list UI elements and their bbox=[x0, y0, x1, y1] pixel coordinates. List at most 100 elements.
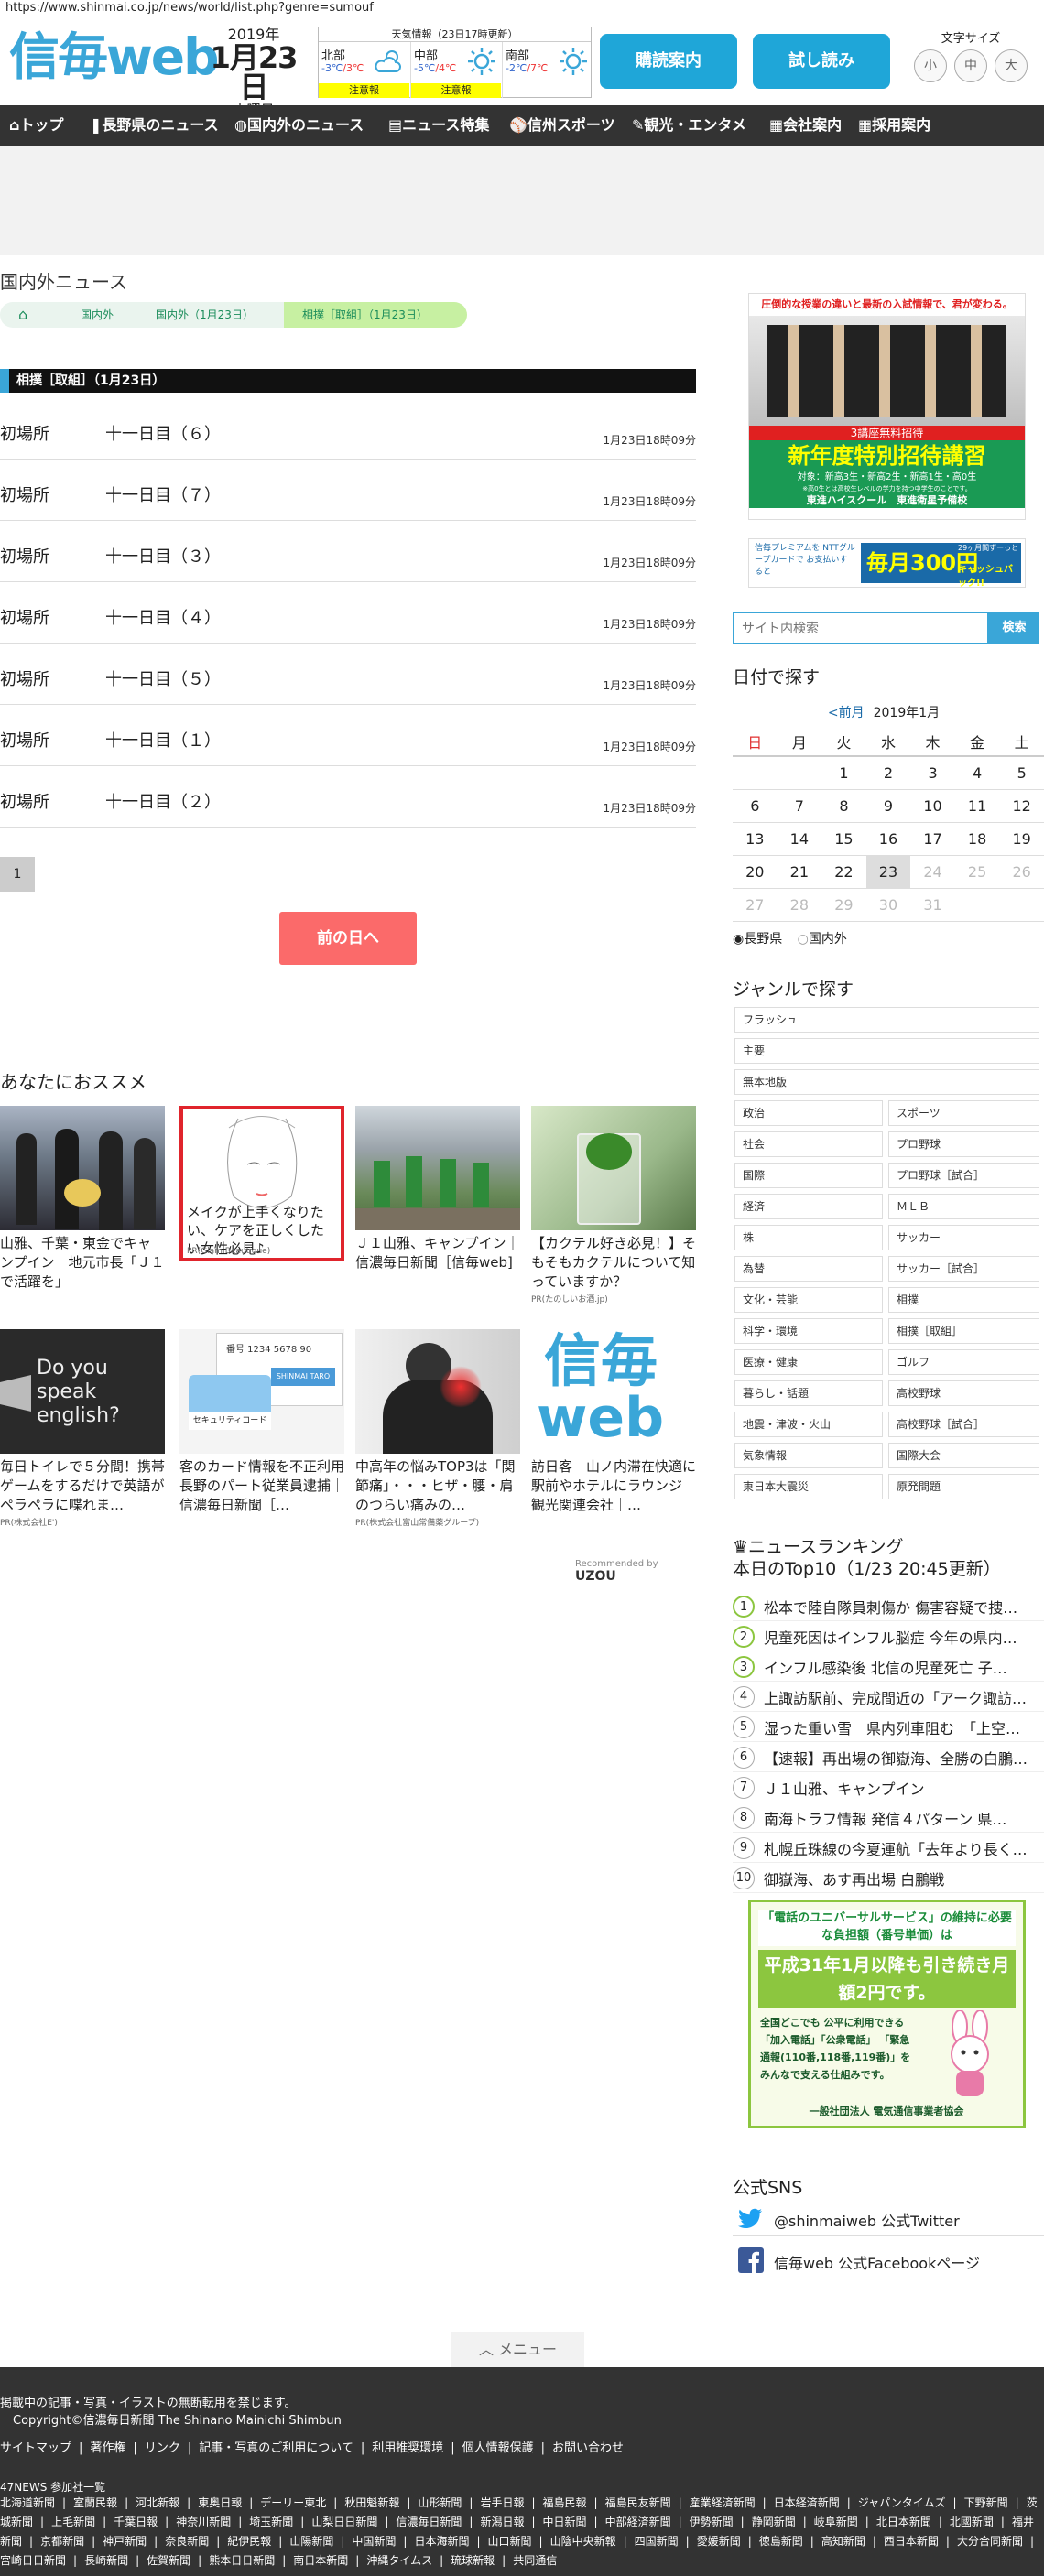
paper-link[interactable]: 河北新報 bbox=[136, 2496, 179, 2509]
paper-link[interactable]: 秋田魁新報 bbox=[344, 2496, 399, 2509]
paper-link[interactable]: 室蘭民報 bbox=[73, 2496, 117, 2509]
footer-link[interactable]: 個人情報保護 bbox=[462, 2441, 534, 2455]
calendar-day[interactable]: 17 bbox=[910, 822, 955, 856]
font-size-large[interactable]: 大 bbox=[995, 49, 1028, 82]
font-size-small[interactable]: 小 bbox=[914, 49, 947, 82]
calendar-day[interactable]: 1 bbox=[821, 756, 866, 790]
calendar-day[interactable]: 22 bbox=[821, 855, 866, 889]
genre-button[interactable]: 社会 bbox=[734, 1131, 883, 1157]
genre-button[interactable]: 国際大会 bbox=[888, 1443, 1039, 1468]
article-row[interactable]: 初場所 十一日目（５） 1月23日18時09分 bbox=[0, 646, 696, 705]
paper-link[interactable]: 徳島新聞 bbox=[759, 2535, 803, 2548]
ranking-item[interactable]: 10 御嶽海、あす再出場 白鵬戦 bbox=[733, 1860, 1044, 1893]
ranking-item[interactable]: 8 南海トラフ情報 発信４パターン 県… bbox=[733, 1800, 1044, 1833]
calendar-day[interactable]: 4 bbox=[954, 756, 1000, 790]
paper-link[interactable]: 宮崎日日新聞 bbox=[0, 2554, 66, 2567]
genre-button[interactable]: 高校野球［試合］ bbox=[888, 1412, 1039, 1437]
calendar-day[interactable]: 10 bbox=[910, 789, 955, 823]
genre-button[interactable]: ＭＬＢ bbox=[888, 1194, 1039, 1219]
calendar-day[interactable]: 21 bbox=[777, 855, 822, 889]
article-row[interactable]: 初場所 十一日目（２） 1月23日18時09分 bbox=[0, 769, 696, 828]
calendar-day[interactable]: 11 bbox=[954, 789, 1000, 823]
paper-link[interactable]: 熊本日日新聞 bbox=[209, 2554, 275, 2567]
paper-link[interactable]: 四国新聞 bbox=[635, 2535, 679, 2548]
calendar-day-today[interactable]: 23 bbox=[865, 855, 911, 889]
nav-recruit[interactable]: ▦採用案内 bbox=[858, 105, 930, 146]
nav-nagano[interactable]: ❚長野県のニュース bbox=[90, 105, 219, 146]
paper-link[interactable]: 埼玉新聞 bbox=[249, 2516, 293, 2528]
paper-link[interactable]: 共同通信 bbox=[513, 2554, 557, 2567]
genre-button[interactable]: 無本地版 bbox=[734, 1069, 1039, 1095]
genre-button[interactable]: 科学・環境 bbox=[734, 1318, 883, 1344]
genre-button[interactable]: 地震・津波・火山 bbox=[734, 1412, 883, 1437]
paper-link[interactable]: 福島民報 bbox=[543, 2496, 587, 2509]
footer-link[interactable]: リンク bbox=[145, 2441, 180, 2455]
facebook-link[interactable]: 信毎web 公式Facebookページ bbox=[733, 2242, 1044, 2278]
radio-world[interactable]: ○国内外 bbox=[798, 932, 847, 947]
paper-link[interactable]: 山陰中央新報 bbox=[550, 2535, 616, 2548]
paper-link[interactable]: 京都新聞 bbox=[40, 2535, 84, 2548]
paper-link[interactable]: 下野新聞 bbox=[964, 2496, 1008, 2509]
calendar-day[interactable]: 8 bbox=[821, 789, 866, 823]
prev-day-button[interactable]: 前の日へ bbox=[279, 912, 417, 965]
paper-link[interactable]: 静岡新聞 bbox=[752, 2516, 796, 2528]
genre-button[interactable]: 政治 bbox=[734, 1100, 883, 1126]
footer-link[interactable]: 著作権 bbox=[90, 2441, 125, 2455]
paper-link[interactable]: 西日本新聞 bbox=[884, 2535, 939, 2548]
genre-button[interactable]: 国際 bbox=[734, 1163, 883, 1188]
paper-link[interactable]: 信濃毎日新聞 bbox=[396, 2516, 462, 2528]
genre-button[interactable]: 経済 bbox=[734, 1194, 883, 1219]
paper-link[interactable]: 新潟日報 bbox=[480, 2516, 524, 2528]
paper-link[interactable]: 奈良新聞 bbox=[165, 2535, 209, 2548]
paper-link[interactable]: 南日本新聞 bbox=[293, 2554, 348, 2567]
paper-link[interactable]: 山口新聞 bbox=[488, 2535, 532, 2548]
footer-link[interactable]: サイトマップ bbox=[0, 2441, 71, 2455]
paper-link[interactable]: 山形新聞 bbox=[418, 2496, 462, 2509]
article-row[interactable]: 初場所 十一日目（７） 1月23日18時09分 bbox=[0, 462, 696, 521]
recommend-card[interactable]: 【カクテル好き必見！】そもそもカクテルについて知っていますか？ PR(たのしいお… bbox=[531, 1106, 696, 1304]
genre-button[interactable]: 医療・健康 bbox=[734, 1349, 883, 1375]
nav-company[interactable]: ▦会社案内 bbox=[769, 105, 842, 146]
genre-button[interactable]: 高校野球 bbox=[888, 1380, 1039, 1406]
nav-world[interactable]: ◍国内外のニュース bbox=[234, 105, 364, 146]
paper-link[interactable]: 岐阜新聞 bbox=[814, 2516, 858, 2528]
search-button[interactable]: 検索 bbox=[989, 612, 1039, 644]
calendar-day[interactable]: 2 bbox=[865, 756, 911, 790]
paper-link[interactable]: 長崎新聞 bbox=[84, 2554, 128, 2567]
genre-button[interactable]: ゴルフ bbox=[888, 1349, 1039, 1375]
paper-link[interactable]: 日本海新聞 bbox=[414, 2535, 469, 2548]
nav-sports[interactable]: ⚾信州スポーツ bbox=[509, 105, 615, 146]
calendar-day[interactable]: 13 bbox=[733, 822, 778, 856]
paper-link[interactable]: 紀伊民報 bbox=[227, 2535, 271, 2548]
paper-link[interactable]: 神奈川新聞 bbox=[176, 2516, 231, 2528]
paper-link[interactable]: 中国新聞 bbox=[352, 2535, 396, 2548]
radio-nagano[interactable]: ◉長野県 bbox=[733, 932, 782, 947]
calendar-day[interactable]: 9 bbox=[865, 789, 911, 823]
genre-button[interactable]: スポーツ bbox=[888, 1100, 1039, 1126]
nav-features[interactable]: ▤ニュース特集 bbox=[388, 105, 489, 146]
recommend-card[interactable]: Do you speak english? 毎日トイレで５分間！携帯ゲームをする… bbox=[0, 1329, 165, 1528]
paper-link[interactable]: 琉球新報 bbox=[451, 2554, 495, 2567]
ad-premium[interactable]: 信毎プレミアムを NTTグループカードで お支払いすると 毎月300円 29ヶ月… bbox=[748, 538, 1026, 589]
genre-button[interactable]: フラッシュ bbox=[734, 1007, 1039, 1033]
nav-top[interactable]: ⌂トップ bbox=[9, 105, 63, 146]
recommend-card[interactable]: Ｊ１山雅、キャンプイン｜信濃毎日新聞［信毎web] bbox=[355, 1106, 520, 1293]
article-row[interactable]: 初場所 十一日目（１） 1月23日18時09分 bbox=[0, 708, 696, 766]
paper-link[interactable]: デーリー東北 bbox=[260, 2496, 326, 2509]
ranking-item[interactable]: 9 札幌丘珠線の今夏運航「去年より長く… bbox=[733, 1830, 1044, 1863]
calendar-day[interactable]: 12 bbox=[999, 789, 1044, 823]
paper-link[interactable]: 佐賀新聞 bbox=[147, 2554, 190, 2567]
genre-button[interactable]: プロ野球 bbox=[888, 1131, 1039, 1157]
recommend-card[interactable]: メイクが上手くなりたい、ケアを正しくしたい女性必見♪ PR(Glam Beaut… bbox=[179, 1106, 344, 1261]
genre-button[interactable]: サッカー bbox=[888, 1225, 1039, 1250]
paper-link[interactable]: 東奥日報 bbox=[198, 2496, 242, 2509]
search-input[interactable] bbox=[733, 612, 989, 644]
genre-button[interactable]: 株 bbox=[734, 1225, 883, 1250]
recommend-card[interactable]: 中高年の悩みTOP3は「関節痛」・・・ヒザ・腰・肩のつらい痛みの… PR(株式会… bbox=[355, 1329, 520, 1528]
delivery-button[interactable]: 購読案内 bbox=[600, 34, 737, 89]
calendar-day[interactable]: 3 bbox=[910, 756, 955, 790]
calendar-day[interactable]: 19 bbox=[999, 822, 1044, 856]
paper-link[interactable]: 日本経済新聞 bbox=[774, 2496, 840, 2509]
footer-link[interactable]: お問い合わせ bbox=[552, 2441, 624, 2455]
ranking-item[interactable]: 2 児童死因はインフル脳症 今年の県内… bbox=[733, 1618, 1044, 1651]
